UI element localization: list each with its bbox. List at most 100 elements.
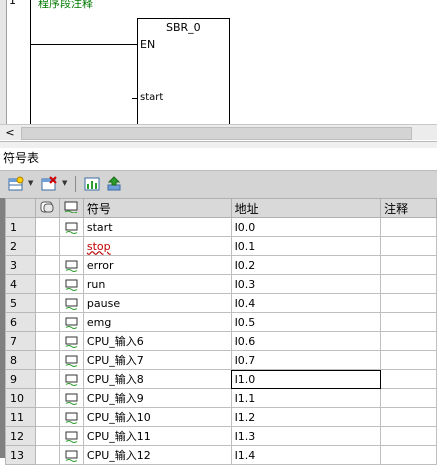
symbol-cell[interactable]: stop	[82, 236, 232, 256]
unused-cell[interactable]	[58, 445, 84, 465]
row-number[interactable]: 1	[5, 217, 36, 237]
unused-cell[interactable]	[58, 369, 84, 389]
overlap-cell[interactable]	[34, 293, 60, 313]
table-row[interactable]: 12 CPU_输入11 I1.3	[5, 426, 437, 446]
symbol-cell[interactable]: CPU_输入9	[82, 388, 232, 408]
comment-cell[interactable]	[380, 236, 437, 256]
network-comment[interactable]: 程序段注释	[38, 0, 93, 11]
table-row[interactable]: 1 start I0.0	[5, 217, 437, 237]
unused-cell[interactable]	[58, 331, 84, 351]
comment-cell[interactable]	[380, 388, 437, 408]
row-number[interactable]: 3	[5, 255, 36, 275]
overlap-cell[interactable]	[34, 350, 60, 370]
dropdown-arrow-icon[interactable]: ▼	[28, 179, 33, 187]
comment-cell[interactable]	[380, 312, 437, 332]
unused-cell[interactable]	[58, 388, 84, 408]
table-row[interactable]: 3 error I0.2	[5, 255, 437, 275]
row-number[interactable]: 2	[5, 236, 36, 256]
comment-cell[interactable]	[380, 217, 437, 237]
table-row[interactable]: 4 run I0.3	[5, 274, 437, 294]
download-icon[interactable]	[106, 176, 122, 192]
symbol-cell[interactable]: CPU_输入12	[82, 445, 232, 465]
header-overlap-icon[interactable]	[34, 198, 60, 218]
row-number[interactable]: 13	[5, 445, 36, 465]
table-row[interactable]: 9 CPU_输入8 I1.0	[5, 369, 437, 389]
comment-cell[interactable]	[380, 350, 437, 370]
comment-cell[interactable]	[380, 293, 437, 313]
address-cell[interactable]: I0.6	[230, 331, 382, 351]
table-row[interactable]: 13 CPU_输入12 I1.4	[5, 445, 437, 465]
overlap-cell[interactable]	[34, 312, 60, 332]
table-row[interactable]: 11 CPU_输入10 I1.2	[5, 407, 437, 427]
address-cell[interactable]: I0.4	[230, 293, 382, 313]
row-number[interactable]: 5	[5, 293, 36, 313]
symbol-cell[interactable]: CPU_输入7	[82, 350, 232, 370]
unused-cell[interactable]	[58, 293, 84, 313]
address-cell[interactable]: I0.7	[230, 350, 382, 370]
header-corner[interactable]	[5, 198, 36, 218]
horizontal-scrollbar[interactable]: <	[0, 124, 437, 140]
row-number[interactable]: 9	[5, 369, 36, 389]
address-cell[interactable]: I0.5	[230, 312, 382, 332]
unused-cell[interactable]	[58, 236, 84, 256]
header-unused-icon[interactable]	[58, 198, 84, 218]
unused-cell[interactable]	[58, 426, 84, 446]
table-row[interactable]: 7 CPU_输入6 I0.6	[5, 331, 437, 351]
table-row[interactable]: 6 emg I0.5	[5, 312, 437, 332]
row-number[interactable]: 10	[5, 388, 36, 408]
symbol-cell[interactable]: CPU_输入10	[82, 407, 232, 427]
dropdown-arrow-icon[interactable]: ▼	[62, 179, 67, 187]
row-number[interactable]: 4	[5, 274, 36, 294]
table-delete-icon[interactable]	[41, 176, 57, 192]
overlap-cell[interactable]	[34, 217, 60, 237]
comment-cell[interactable]	[380, 445, 437, 465]
overlap-cell[interactable]	[34, 426, 60, 446]
address-cell[interactable]: I1.4	[230, 445, 382, 465]
comment-cell[interactable]	[380, 407, 437, 427]
address-cell[interactable]: I1.3	[230, 426, 382, 446]
comment-cell[interactable]	[380, 426, 437, 446]
overlap-cell[interactable]	[34, 388, 60, 408]
pin-start-label[interactable]: start	[140, 92, 163, 103]
address-cell[interactable]: I0.3	[230, 274, 382, 294]
comment-cell[interactable]	[380, 331, 437, 351]
row-number[interactable]: 12	[5, 426, 36, 446]
header-symbol[interactable]: 符号	[82, 198, 232, 218]
comment-cell[interactable]	[380, 274, 437, 294]
overlap-cell[interactable]	[34, 369, 60, 389]
table-row[interactable]: 5 pause I0.4	[5, 293, 437, 313]
table-row[interactable]: 2 stop I0.1	[5, 236, 437, 256]
address-cell[interactable]: I1.0	[230, 369, 382, 389]
symbol-cell[interactable]: start	[82, 217, 232, 237]
symbol-table-grid[interactable]: 符号 地址 注释 1 start I0.0 2 stop I0.1 3 error I0.2 4 r…	[5, 198, 437, 465]
symbol-cell[interactable]: run	[82, 274, 232, 294]
overlap-cell[interactable]	[34, 407, 60, 427]
scroll-left-button[interactable]: <	[2, 126, 18, 139]
splitter-bar[interactable]	[0, 141, 437, 148]
chart-icon[interactable]	[84, 176, 100, 192]
symbol-cell[interactable]: CPU_输入6	[82, 331, 232, 351]
comment-cell[interactable]	[380, 255, 437, 275]
table-row[interactable]: 10 CPU_输入9 I1.1	[5, 388, 437, 408]
overlap-cell[interactable]	[34, 331, 60, 351]
unused-cell[interactable]	[58, 255, 84, 275]
address-cell[interactable]: I0.0	[230, 217, 382, 237]
address-cell[interactable]: I1.2	[230, 407, 382, 427]
address-cell[interactable]: I0.2	[230, 255, 382, 275]
overlap-cell[interactable]	[34, 274, 60, 294]
symbol-cell[interactable]: CPU_输入8	[82, 369, 232, 389]
row-number[interactable]: 8	[5, 350, 36, 370]
row-number[interactable]: 11	[5, 407, 36, 427]
overlap-cell[interactable]	[34, 445, 60, 465]
address-cell[interactable]: I1.1	[230, 388, 382, 408]
table-row[interactable]: 8 CPU_输入7 I0.7	[5, 350, 437, 370]
symbol-cell[interactable]: CPU_输入11	[82, 426, 232, 446]
unused-cell[interactable]	[58, 350, 84, 370]
row-number[interactable]: 7	[5, 331, 36, 351]
symbol-cell[interactable]: error	[82, 255, 232, 275]
comment-cell[interactable]	[380, 369, 437, 389]
overlap-cell[interactable]	[34, 236, 60, 256]
unused-cell[interactable]	[58, 274, 84, 294]
overlap-cell[interactable]	[34, 255, 60, 275]
table-insert-icon[interactable]	[8, 176, 24, 192]
